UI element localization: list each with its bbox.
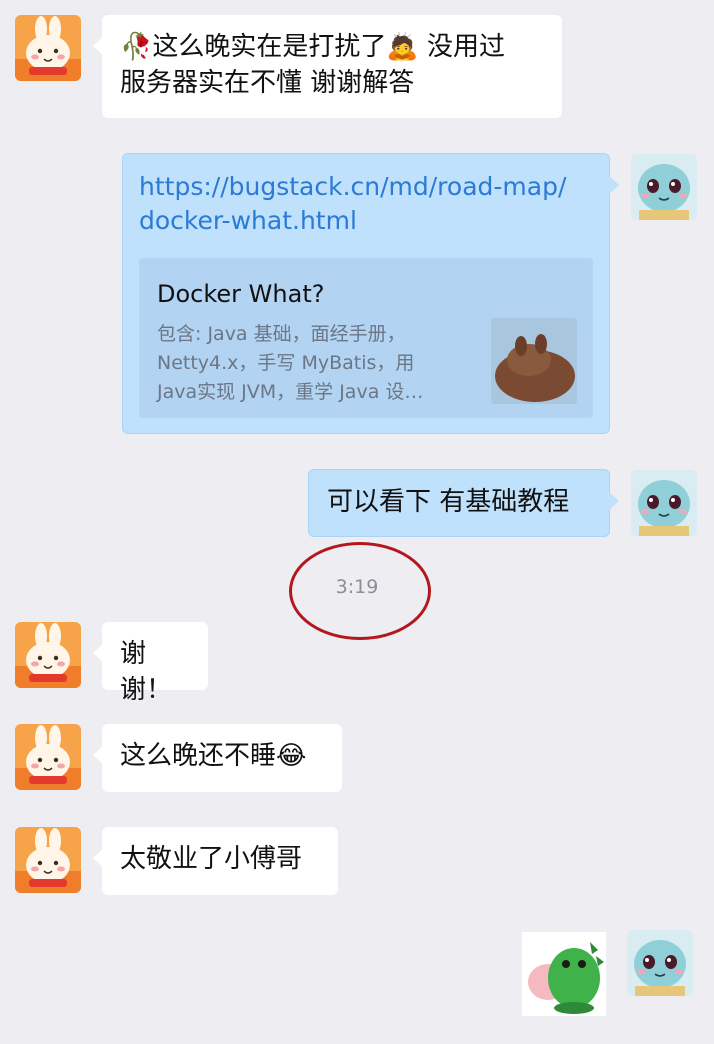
rabbit-avatar[interactable] [15, 622, 81, 688]
message-text: 太敬业了小傅哥 [120, 844, 303, 874]
message-text-line: 🥀这么晚实在是打扰了🙇 没用过 [120, 32, 506, 62]
sent-message-bubble[interactable]: 可以看下 有基础教程 [308, 469, 619, 537]
card-desc-line: Netty4.x，手写 MyBatis，用 [157, 352, 415, 374]
sent-link-message-bubble[interactable]: https://bugstack.cn/md/road-map/ docker-… [122, 153, 619, 434]
link-card-title: Docker What? [157, 280, 325, 308]
card-desc-line: Java实现 JVM，重学 Java 设… [157, 381, 424, 403]
card-desc-line: 包含: Java 基础，面经手册， [157, 323, 406, 345]
message-text: 可以看下 有基础教程 [327, 487, 570, 517]
squirtle-avatar[interactable] [627, 930, 693, 996]
received-message-bubble[interactable]: 谢谢！ [93, 622, 208, 705]
squirtle-avatar[interactable] [631, 154, 697, 220]
received-message-bubble[interactable]: 太敬业了小傅哥 [93, 827, 338, 895]
green-dinosaur-sticker[interactable] [522, 932, 606, 1016]
message-text: 谢谢！ [120, 639, 173, 705]
message-text-line: 服务器实在不懂 谢谢解答 [120, 68, 415, 98]
link-card-description: 包含: Java 基础，面经手册， Netty4.x，手写 MyBatis，用 … [157, 320, 467, 407]
squirtle-avatar[interactable] [631, 470, 697, 536]
link-url-line[interactable]: https://bugstack.cn/md/road-map/ [139, 170, 593, 204]
link-preview-card[interactable]: Docker What? 包含: Java 基础，面经手册， Netty4.x，… [139, 258, 593, 418]
rabbit-avatar[interactable] [15, 15, 81, 81]
annotation-circle [289, 542, 431, 640]
link-url-line[interactable]: docker-what.html [139, 204, 593, 238]
rabbit-avatar[interactable] [15, 724, 81, 790]
message-text: 这么晚还不睡😂 [120, 741, 307, 771]
rabbit-avatar[interactable] [15, 827, 81, 893]
link-card-thumbnail [491, 318, 577, 404]
received-message-bubble[interactable]: 🥀这么晚实在是打扰了🙇 没用过 服务器实在不懂 谢谢解答 [93, 15, 562, 118]
received-message-bubble[interactable]: 这么晚还不睡😂 [93, 724, 342, 792]
